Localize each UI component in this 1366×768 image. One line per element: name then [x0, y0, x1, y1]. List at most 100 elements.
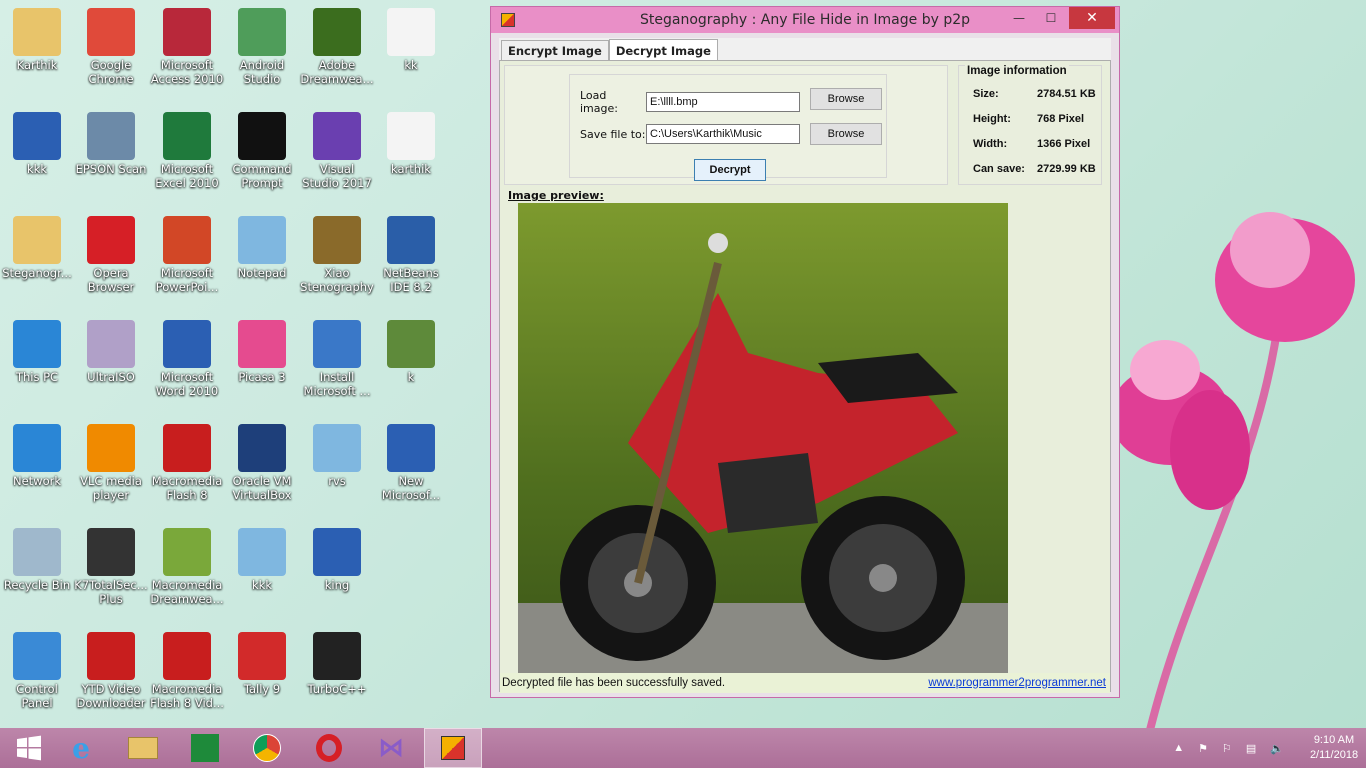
- info-value: 768 Pixel: [1037, 113, 1085, 125]
- window-client: Encrypt Image Decrypt Image Load image: …: [499, 38, 1111, 693]
- chrome-icon: [253, 734, 281, 762]
- desktop-icon-label: Google Chrome: [88, 58, 134, 86]
- tab-strip: Encrypt Image Decrypt Image: [501, 39, 718, 62]
- desktop-icon-control-panel[interactable]: Control Panel: [0, 626, 74, 726]
- desktop-icon-new-word-doc[interactable]: New Microsof...: [374, 418, 448, 518]
- desktop-icon-virtualbox[interactable]: Oracle VM VirtualBox: [225, 418, 299, 518]
- powerpoint-icon: [163, 216, 211, 264]
- info-row-height: Height: 768 Pixel: [973, 113, 1097, 125]
- desktop-icon-king-word[interactable]: king: [300, 522, 374, 622]
- tab-decrypt-image[interactable]: Decrypt Image: [608, 39, 718, 62]
- desktop-icon-dreamweaver[interactable]: Adobe Dreamwea...: [300, 2, 374, 102]
- decrypt-form: Load image: E:\llll.bmp Browse Save file…: [569, 74, 887, 181]
- action-center-icon[interactable]: ⚑: [1198, 742, 1208, 755]
- tab-encrypt-image[interactable]: Encrypt Image: [501, 40, 609, 62]
- desktop-icon-word[interactable]: Microsoft Word 2010: [150, 314, 224, 414]
- king-word-icon: [313, 528, 361, 576]
- desktop-icon-powerpoint[interactable]: Microsoft PowerPoi...: [150, 210, 224, 310]
- status-text: Decrypted file has been successfully sav…: [502, 677, 726, 689]
- image-information-heading: Image information: [965, 65, 1069, 77]
- file-explorer-taskbar[interactable]: [114, 728, 172, 768]
- desktop-icon-recycle-bin[interactable]: Recycle Bin: [0, 522, 74, 622]
- desktop-icon-label: Picasa 3: [238, 370, 286, 384]
- save-file-row: Save file to: C:\Users\Karthik\Music: [580, 124, 800, 144]
- desktop-icon-vlc[interactable]: VLC media player: [74, 418, 148, 518]
- browse-load-button[interactable]: Browse: [810, 88, 882, 110]
- desktop-icon-k7[interactable]: K7TotalSec... Plus: [74, 522, 148, 622]
- word-icon: [163, 320, 211, 368]
- desktop-icon-chrome[interactable]: Google Chrome: [74, 2, 148, 102]
- window-titlebar[interactable]: Steganography : Any File Hide in Image b…: [491, 7, 1119, 33]
- tray-overflow-icon[interactable]: ▲: [1173, 742, 1184, 754]
- security-icon[interactable]: ⚐: [1222, 742, 1232, 755]
- desktop-icon-network[interactable]: Network: [0, 418, 74, 518]
- desktop-icon-tally[interactable]: Tally 9: [225, 626, 299, 726]
- turboc-icon: [313, 632, 361, 680]
- internet-explorer-taskbar[interactable]: e: [52, 728, 110, 768]
- desktop-icon-k-image[interactable]: k: [374, 314, 448, 414]
- desktop-icon-picasa[interactable]: Picasa 3: [225, 314, 299, 414]
- desktop-icon-label: kkk: [252, 578, 272, 592]
- load-image-input[interactable]: E:\llll.bmp: [646, 92, 800, 112]
- notepad-icon: [238, 216, 286, 264]
- desktop-icon-label: Xiao Stenography: [300, 266, 374, 294]
- desktop-icon-label: Microsoft Access 2010: [150, 58, 224, 86]
- desktop-icon-flash[interactable]: Macromedia Flash 8: [150, 418, 224, 518]
- desktop-icon-label: UltraISO: [87, 370, 135, 384]
- desktop-icon-excel[interactable]: Microsoft Excel 2010: [150, 106, 224, 206]
- desktop-icon-rvs-notepad[interactable]: rvs: [300, 418, 374, 518]
- desktop-icon-opera[interactable]: Opera Browser: [74, 210, 148, 310]
- desktop-icon-ultraiso[interactable]: UltraISO: [74, 314, 148, 414]
- desktop-icon-kkk-word[interactable]: kkk: [0, 106, 74, 206]
- rvs-notepad-icon: [313, 424, 361, 472]
- visual-studio-taskbar[interactable]: ⋈: [362, 728, 420, 768]
- desktop-icon-command-prompt[interactable]: Command Prompt: [225, 106, 299, 206]
- desktop-icon-label: TurboC++: [307, 682, 367, 696]
- desktop-icon-karthik-folder[interactable]: Karthik: [0, 2, 74, 102]
- desktop-icon-epson-scan[interactable]: EPSON Scan: [74, 106, 148, 206]
- excel-icon: [163, 112, 211, 160]
- desktop-icon-kk-image[interactable]: kk: [374, 2, 448, 102]
- desktop-icon-label: Visual Studio 2017: [302, 162, 372, 190]
- desktop-icon-install-microsoft[interactable]: Install Microsoft ...: [300, 314, 374, 414]
- desktop-icon-this-pc[interactable]: This PC: [0, 314, 74, 414]
- desktop-icon-turboc[interactable]: TurboC++: [300, 626, 374, 726]
- website-link[interactable]: www.programmer2programmer.net: [928, 677, 1110, 689]
- desktop-icon-flash-video[interactable]: Macromedia Flash 8 Vid...: [150, 626, 224, 726]
- decrypt-group: Load image: E:\llll.bmp Browse Save file…: [504, 65, 948, 185]
- desktop-icon-label: Adobe Dreamwea...: [300, 58, 374, 86]
- close-button[interactable]: ✕: [1069, 7, 1115, 29]
- desktop-icon-netbeans[interactable]: NetBeans IDE 8.2: [374, 210, 448, 310]
- desktop-icon-label: Install Microsoft ...: [303, 370, 371, 398]
- load-image-row: Load image: E:\llll.bmp: [580, 89, 800, 115]
- desktop-icon-xiao-stenography[interactable]: Xiao Stenography: [300, 210, 374, 310]
- browse-save-button[interactable]: Browse: [810, 123, 882, 145]
- save-file-input[interactable]: C:\Users\Karthik\Music: [646, 124, 800, 144]
- desktop-icon-label: Command Prompt: [232, 162, 292, 190]
- steganography-app-icon: [441, 736, 465, 760]
- windows-logo-icon: [17, 735, 41, 761]
- desktop-icon-kkk-notepad[interactable]: kkk: [225, 522, 299, 622]
- desktop-icon-access[interactable]: Microsoft Access 2010: [150, 2, 224, 102]
- desktop-icon-notepad[interactable]: Notepad: [225, 210, 299, 310]
- desktop-icon-label: Steganogr...: [2, 266, 72, 280]
- maximize-button[interactable]: ☐: [1037, 7, 1065, 29]
- desktop-icon-karthik-image[interactable]: karthik: [374, 106, 448, 206]
- desktop-icon-android-studio[interactable]: Android Studio: [225, 2, 299, 102]
- xiao-stenography-icon: [313, 216, 361, 264]
- minimize-button[interactable]: —: [1005, 7, 1033, 29]
- desktop-icon-visual-studio[interactable]: Visual Studio 2017: [300, 106, 374, 206]
- volume-icon[interactable]: 🔈: [1270, 742, 1284, 755]
- desktop-icon-ytd[interactable]: YTD Video Downloader: [74, 626, 148, 726]
- start-button[interactable]: [0, 728, 58, 768]
- desktop-icon-macromedia-dreamweaver[interactable]: Macromedia Dreamwea...: [150, 522, 224, 622]
- steganography-taskbar[interactable]: [424, 728, 482, 768]
- store-taskbar[interactable]: [176, 728, 234, 768]
- desktop-icon-steganography-folder[interactable]: Steganogr...: [0, 210, 74, 310]
- network-tray-icon[interactable]: ▤: [1246, 742, 1256, 755]
- decrypt-button[interactable]: Decrypt: [694, 159, 766, 181]
- clock[interactable]: 9:10 AM 2/11/2018: [1302, 733, 1366, 763]
- desktop-icon-label: kkk: [27, 162, 47, 176]
- chrome-taskbar[interactable]: [238, 728, 296, 768]
- opera-taskbar[interactable]: [300, 728, 358, 768]
